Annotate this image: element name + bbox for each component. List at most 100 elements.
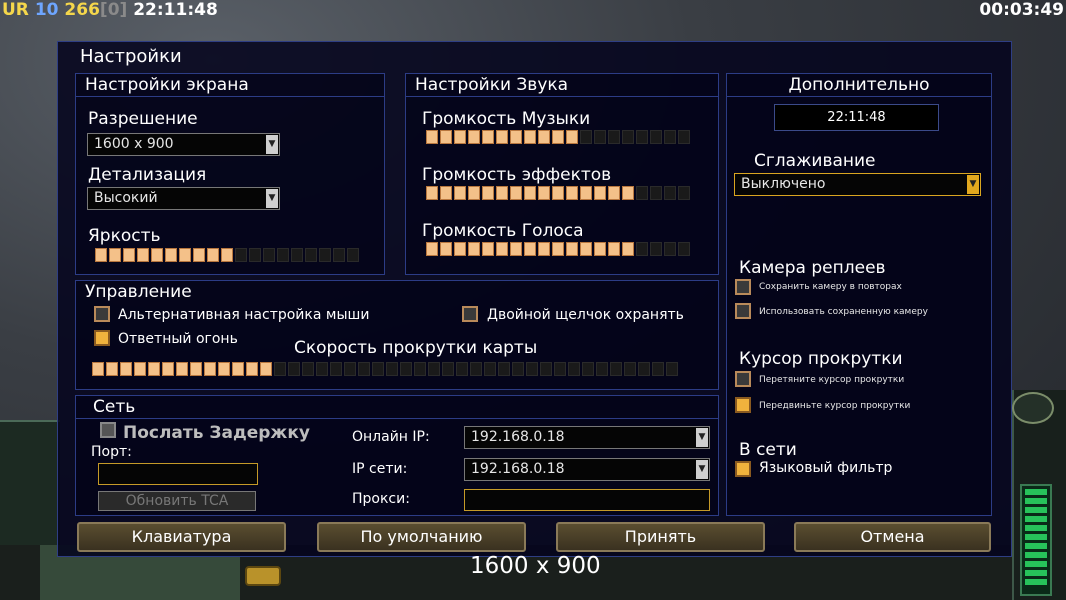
lan-ip-dropdown[interactable]: 192.168.0.18 ▼	[464, 458, 710, 481]
slider-segment[interactable]	[302, 362, 314, 376]
slider-segment[interactable]	[580, 186, 592, 200]
slider-segment[interactable]	[650, 242, 662, 256]
slider-segment[interactable]	[288, 362, 300, 376]
drag-cursor-checkbox[interactable]	[735, 371, 751, 387]
slider-segment[interactable]	[235, 248, 247, 262]
slider-segment[interactable]	[291, 248, 303, 262]
slider-segment[interactable]	[582, 362, 594, 376]
slider-segment[interactable]	[496, 186, 508, 200]
slider-segment[interactable]	[496, 242, 508, 256]
slider-segment[interactable]	[440, 130, 452, 144]
slider-segment[interactable]	[566, 130, 578, 144]
slider-segment[interactable]	[664, 130, 676, 144]
slider-segment[interactable]	[484, 362, 496, 376]
slider-segment[interactable]	[274, 362, 286, 376]
slider-segment[interactable]	[137, 248, 149, 262]
slider-segment[interactable]	[496, 130, 508, 144]
slider-segment[interactable]	[498, 362, 510, 376]
slider-segment[interactable]	[400, 362, 412, 376]
slider-segment[interactable]	[596, 362, 608, 376]
slider-segment[interactable]	[470, 362, 482, 376]
slider-segment[interactable]	[330, 362, 342, 376]
slider-segment[interactable]	[624, 362, 636, 376]
slider-segment[interactable]	[650, 186, 662, 200]
slider-segment[interactable]	[151, 248, 163, 262]
brightness-slider[interactable]	[95, 248, 359, 262]
update-tca-button[interactable]: Обновить TCA	[98, 491, 256, 511]
save-camera-checkbox[interactable]	[735, 279, 751, 295]
return-fire-checkbox[interactable]	[94, 330, 110, 346]
voice-volume-slider[interactable]	[426, 242, 690, 256]
slider-segment[interactable]	[468, 242, 480, 256]
slider-segment[interactable]	[347, 248, 359, 262]
slider-segment[interactable]	[221, 248, 233, 262]
slider-segment[interactable]	[440, 242, 452, 256]
keyboard-button[interactable]: Клавиатура	[77, 522, 286, 552]
slider-segment[interactable]	[454, 242, 466, 256]
slider-segment[interactable]	[510, 130, 522, 144]
slider-segment[interactable]	[468, 130, 480, 144]
slider-segment[interactable]	[179, 248, 191, 262]
slider-segment[interactable]	[95, 248, 107, 262]
port-input[interactable]	[98, 463, 258, 485]
slider-segment[interactable]	[92, 362, 104, 376]
slider-segment[interactable]	[526, 362, 538, 376]
slider-segment[interactable]	[260, 362, 272, 376]
chevron-down-icon[interactable]: ▼	[266, 135, 278, 154]
chevron-down-icon[interactable]: ▼	[967, 175, 979, 194]
slider-segment[interactable]	[566, 186, 578, 200]
slider-segment[interactable]	[468, 186, 480, 200]
slider-segment[interactable]	[524, 186, 536, 200]
slider-segment[interactable]	[372, 362, 384, 376]
slider-segment[interactable]	[510, 186, 522, 200]
slider-segment[interactable]	[636, 130, 648, 144]
slider-segment[interactable]	[456, 362, 468, 376]
slider-segment[interactable]	[386, 362, 398, 376]
slider-segment[interactable]	[134, 362, 146, 376]
slider-segment[interactable]	[652, 362, 664, 376]
slider-segment[interactable]	[622, 242, 634, 256]
lang-filter-checkbox[interactable]	[735, 461, 751, 477]
slider-segment[interactable]	[622, 130, 634, 144]
slider-segment[interactable]	[636, 186, 648, 200]
slider-segment[interactable]	[580, 242, 592, 256]
slider-segment[interactable]	[650, 130, 662, 144]
slider-segment[interactable]	[190, 362, 202, 376]
slider-segment[interactable]	[316, 362, 328, 376]
slider-segment[interactable]	[358, 362, 370, 376]
slider-segment[interactable]	[232, 362, 244, 376]
slider-segment[interactable]	[664, 242, 676, 256]
slider-segment[interactable]	[263, 248, 275, 262]
chevron-down-icon[interactable]: ▼	[266, 189, 278, 208]
slider-segment[interactable]	[344, 362, 356, 376]
alt-mouse-checkbox[interactable]	[94, 306, 110, 322]
online-ip-dropdown[interactable]: 192.168.0.18 ▼	[464, 426, 710, 449]
slider-segment[interactable]	[608, 242, 620, 256]
slider-segment[interactable]	[552, 130, 564, 144]
slider-segment[interactable]	[193, 248, 205, 262]
slider-segment[interactable]	[552, 186, 564, 200]
slider-segment[interactable]	[454, 186, 466, 200]
slider-segment[interactable]	[207, 248, 219, 262]
chevron-down-icon[interactable]: ▼	[696, 460, 708, 479]
slider-segment[interactable]	[165, 248, 177, 262]
slider-segment[interactable]	[638, 362, 650, 376]
slider-segment[interactable]	[319, 248, 331, 262]
slider-segment[interactable]	[664, 186, 676, 200]
double-click-checkbox[interactable]	[462, 306, 478, 322]
slider-segment[interactable]	[622, 186, 634, 200]
slider-segment[interactable]	[426, 186, 438, 200]
resolution-dropdown[interactable]: 1600 x 900 ▼	[87, 133, 280, 156]
slider-segment[interactable]	[524, 130, 536, 144]
slider-segment[interactable]	[162, 362, 174, 376]
slider-segment[interactable]	[552, 242, 564, 256]
slider-segment[interactable]	[678, 186, 690, 200]
slider-segment[interactable]	[426, 242, 438, 256]
slider-segment[interactable]	[277, 248, 289, 262]
detail-dropdown[interactable]: Высокий ▼	[87, 187, 280, 210]
slider-segment[interactable]	[482, 186, 494, 200]
slider-segment[interactable]	[428, 362, 440, 376]
effects-volume-slider[interactable]	[426, 186, 690, 200]
slider-segment[interactable]	[249, 248, 261, 262]
slider-segment[interactable]	[440, 186, 452, 200]
